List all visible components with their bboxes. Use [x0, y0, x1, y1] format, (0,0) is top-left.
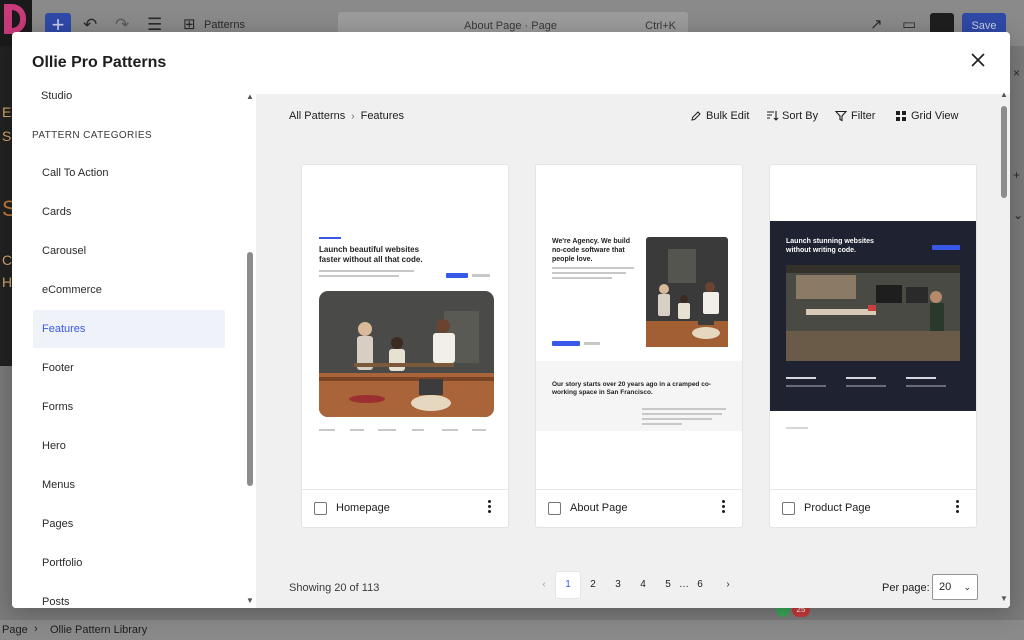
page-button-3[interactable]: 3 — [606, 572, 630, 598]
page-button-2[interactable]: 2 — [581, 572, 605, 598]
redo-icon[interactable]: ↷ — [115, 16, 129, 33]
patterns-icon[interactable]: ⊞ — [183, 16, 196, 33]
sidebar-item-posts[interactable]: Posts — [33, 583, 225, 608]
scroll-down-icon[interactable]: ▼ — [1000, 594, 1008, 603]
page-button-5[interactable]: 5 — [656, 572, 680, 598]
sidebar-item-cards[interactable]: Cards — [33, 193, 225, 231]
page-button-6[interactable]: 6 — [688, 572, 712, 598]
shortcut-hint: Ctrl+K — [645, 20, 676, 32]
pencil-icon — [691, 111, 701, 121]
per-page-select[interactable]: 20 ⌄ — [932, 574, 978, 600]
scroll-down-icon[interactable]: ▼ — [246, 596, 254, 605]
next-page-icon[interactable]: › — [716, 572, 740, 598]
sidebar-item-hero[interactable]: Hero — [33, 427, 225, 465]
sort-by-label: Sort By — [782, 110, 819, 122]
select-checkbox[interactable] — [548, 502, 561, 515]
patterns-label[interactable]: Patterns — [204, 19, 245, 31]
breadcrumb-all-patterns[interactable]: All Patterns — [289, 110, 345, 122]
preview-heading: Launch beautiful websites faster without… — [319, 245, 423, 264]
card-footer: Product Page — [770, 490, 976, 528]
sidebar-item-pages[interactable]: Pages — [33, 505, 225, 543]
editor-breadcrumb: Page › Ollie Pattern Library — [0, 620, 1024, 640]
close-button[interactable] — [968, 50, 988, 70]
grid-view-label: Grid View — [911, 110, 959, 122]
patterns-main: All Patterns › Features Bulk Edit Sort By … — [256, 90, 1010, 608]
device-preview-icon[interactable]: ▭ — [902, 16, 916, 33]
per-page-value: 20 — [939, 581, 952, 593]
pattern-preview[interactable]: We're Agency. We build no-code software … — [536, 165, 742, 490]
sidebar-item-ecommerce[interactable]: eCommerce — [33, 271, 225, 309]
scroll-up-icon[interactable]: ▲ — [246, 92, 254, 101]
office-photo — [786, 265, 960, 361]
category-sidebar: Studio PATTERN CATEGORIES Call To Action… — [12, 90, 256, 608]
preview-heading: Launch stunning websites without writing… — [786, 238, 874, 254]
pagination-bar: Showing 20 of 113 ‹ 1 2 3 4 5… 6 › Per page: … — [256, 568, 1010, 608]
page-button-4[interactable]: 4 — [631, 572, 655, 598]
sidebar-heading: PATTERN CATEGORIES — [32, 130, 152, 141]
previous-page-icon[interactable]: ‹ — [532, 572, 556, 598]
card-footer: About Page — [536, 490, 742, 528]
sidebar-item-portfolio[interactable]: Portfolio — [33, 544, 225, 582]
more-options-icon[interactable] — [956, 500, 960, 516]
sidebar-item-features[interactable]: Features — [33, 310, 225, 348]
pattern-card-about-page[interactable]: We're Agency. We build no-code software … — [535, 164, 743, 528]
team-photo — [646, 237, 728, 347]
card-title: About Page — [570, 502, 628, 514]
main-scroll-thumb[interactable] — [1001, 106, 1007, 198]
sidebar-item-studio[interactable]: Studio — [41, 90, 72, 102]
more-options-icon[interactable] — [722, 500, 726, 516]
list-view-icon[interactable]: ☰ — [147, 16, 162, 33]
inspector-edge: × + ⌄ — [1013, 66, 1024, 222]
modal-title: Ollie Pro Patterns — [32, 54, 167, 71]
sidebar-item-carousel[interactable]: Carousel — [33, 232, 225, 270]
pattern-preview[interactable]: Launch beautiful websites faster without… — [302, 165, 508, 490]
grid-icon — [896, 111, 906, 121]
document-title: About Page · Page — [464, 20, 557, 32]
pattern-card-product-page[interactable]: Launch stunning websites without writing… — [769, 164, 977, 528]
sidebar-item-forms[interactable]: Forms — [33, 388, 225, 426]
people-photo — [319, 291, 494, 417]
pattern-card-homepage[interactable]: Launch beautiful websites faster without… — [301, 164, 509, 528]
chevron-right-icon: › — [34, 623, 38, 635]
breadcrumb: All Patterns › Features — [289, 110, 404, 122]
sort-icon — [767, 111, 779, 121]
sidebar-item-menus[interactable]: Menus — [33, 466, 225, 504]
select-checkbox[interactable] — [314, 502, 327, 515]
scroll-up-icon[interactable]: ▲ — [1000, 90, 1008, 99]
chevron-down-icon: ⌄ — [963, 582, 971, 592]
pagination: ‹ 1 2 3 4 5… 6 › — [532, 572, 742, 600]
select-checkbox[interactable] — [782, 502, 795, 515]
breadcrumb-current: Features — [360, 110, 405, 122]
external-link-icon[interactable]: ↗ — [870, 16, 883, 33]
results-count: Showing 20 of 113 — [289, 582, 380, 594]
preview-heading: We're Agency. We build no-code software … — [552, 238, 631, 263]
filter-icon — [835, 110, 847, 122]
card-footer: Homepage — [302, 490, 508, 528]
breadcrumb-library[interactable]: Ollie Pattern Library — [50, 624, 147, 636]
close-icon — [971, 53, 985, 67]
page-button-1[interactable]: 1 — [556, 572, 580, 598]
sidebar-item-footer[interactable]: Footer — [33, 349, 225, 387]
pattern-preview[interactable]: Launch stunning websites without writing… — [770, 165, 976, 490]
per-page-label: Per page: — [882, 582, 930, 594]
patterns-modal: Ollie Pro Patterns Studio PATTERN CATEGO… — [12, 32, 1010, 608]
card-title: Product Page — [804, 502, 871, 514]
modal-header: Ollie Pro Patterns — [12, 32, 1010, 94]
breadcrumb-page[interactable]: Page — [2, 624, 28, 636]
card-title: Homepage — [336, 502, 390, 514]
canvas-preview-edge: E S S C H — [0, 46, 17, 366]
undo-icon[interactable]: ↶ — [83, 16, 97, 33]
bulk-edit-label: Bulk Edit — [706, 110, 750, 122]
preview-subheading: Our story starts over 20 years ago in a … — [552, 381, 711, 396]
filter-label: Filter — [851, 110, 876, 122]
sidebar-item-call-to-action[interactable]: Call To Action — [33, 154, 225, 192]
chevron-right-icon: › — [351, 111, 355, 122]
more-options-icon[interactable] — [488, 500, 492, 516]
sidebar-scroll-thumb[interactable] — [247, 252, 253, 486]
